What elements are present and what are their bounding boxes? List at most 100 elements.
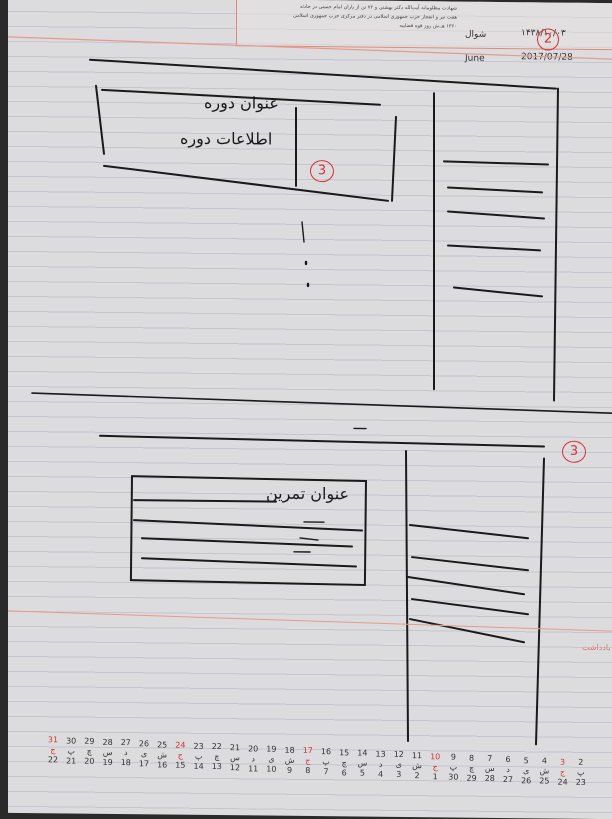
calendar-days-13: 18: [283, 746, 297, 755]
calendar-days-9: 22: [210, 742, 224, 751]
calendar-days-24: 7: [483, 754, 497, 763]
calendar-gregorian-22: 30: [446, 773, 460, 782]
calendar-days-18: 13: [374, 749, 388, 758]
calendar-gregorian-5: 17: [137, 759, 151, 768]
calendar-gregorian-24: 28: [483, 774, 497, 783]
calendar-days-8: 23: [192, 742, 206, 751]
calendar-gregorian-7: 15: [173, 761, 187, 770]
top-card-bottom: [104, 166, 388, 201]
calendar-weekdays-24: س: [483, 764, 497, 773]
calendar-gregorian-15: 7: [319, 767, 333, 776]
top-course-info-label: اطلاعات دوره: [180, 129, 272, 149]
calendar-days-19: 12: [392, 750, 406, 759]
calendar-gregorian-25: 27: [501, 775, 515, 784]
calendar-gregorian-4: 18: [119, 758, 133, 767]
calendar-gregorian-11: 11: [246, 764, 260, 773]
top-course-title-label: عنوان دوره: [204, 93, 279, 113]
calendar-days-28: 3: [556, 757, 570, 766]
calendar-days-1: 30: [64, 736, 78, 745]
bottom-sidebar-right: [536, 458, 544, 744]
calendar-weekdays-2: چ: [82, 747, 96, 756]
top-left-bracket: [96, 86, 104, 154]
calendar-gregorian-1: 21: [64, 756, 78, 765]
calendar-weekdays-26: ی: [519, 766, 533, 775]
calendar-weekdays-13: ش: [283, 756, 297, 765]
bottom-circle-number: 3: [562, 441, 586, 463]
calendar-weekdays-1: پ: [64, 746, 78, 755]
calendar-weekdays-25: د: [501, 765, 515, 774]
calendar-gregorian-13: 9: [283, 766, 297, 775]
calendar-days-15: 16: [319, 747, 333, 756]
bottom-frame-line: [100, 436, 544, 447]
calendar-gregorian-0: 22: [46, 755, 60, 764]
top-card-right: [392, 117, 396, 201]
bottom-sidebar-left: [406, 451, 408, 741]
calendar-weekdays-9: چ: [210, 752, 224, 761]
calendar-days-7: 24: [173, 741, 187, 750]
bottom-exercise-title-label: عنوان تمرین: [266, 484, 349, 504]
calendar-weekdays-19: ی: [392, 760, 406, 769]
calendar-weekdays-18: د: [374, 759, 388, 768]
calendar-weekdays-4: د: [119, 748, 133, 757]
calendar-weekdays-17: س: [355, 759, 369, 768]
calendar-days-20: 11: [410, 751, 424, 760]
calendar-weekdays-8: پ: [192, 752, 206, 761]
calendar-gregorian-8: 14: [192, 762, 206, 771]
top-sidebar-right: [554, 89, 558, 401]
calendar-weekdays-3: س: [101, 748, 115, 757]
calendar-days-25: 6: [501, 755, 515, 764]
calendar-weekdays-15: پ: [319, 757, 333, 766]
calendar-weekdays-28: ج: [556, 767, 570, 776]
calendar-gregorian-14: 8: [301, 766, 315, 775]
calendar-gregorian-29: 23: [574, 778, 588, 787]
calendar-weekdays-0: ج: [46, 745, 60, 754]
hand-drawn-sketch: [8, 0, 612, 819]
top-frame-line: [90, 60, 556, 89]
calendar-weekdays-5: ی: [137, 749, 151, 758]
calendar-days-16: 15: [337, 748, 351, 757]
calendar-gregorian-26: 26: [519, 776, 533, 785]
top-circle-number: 3: [310, 160, 334, 182]
calendar-strip: 31ج2230پ2129چ2028س1927د1826ی1725ش1624ج15…: [46, 735, 612, 781]
calendar-days-11: 20: [246, 744, 260, 753]
calendar-weekdays-16: چ: [337, 758, 351, 767]
calendar-weekdays-21: ج: [428, 762, 442, 771]
calendar-weekdays-20: ش: [410, 761, 424, 770]
calendar-weekdays-10: س: [228, 753, 242, 762]
calendar-days-4: 27: [119, 738, 133, 747]
calendar-days-2: 29: [82, 737, 96, 746]
calendar-gregorian-9: 13: [210, 762, 224, 771]
calendar-gregorian-6: 16: [155, 760, 169, 769]
calendar-gregorian-19: 3: [392, 770, 406, 779]
calendar-gregorian-28: 24: [556, 777, 570, 786]
calendar-weekdays-6: ش: [155, 750, 169, 759]
calendar-gregorian-2: 20: [82, 757, 96, 766]
calendar-days-26: 5: [519, 756, 533, 765]
calendar-gregorian-12: 10: [264, 765, 278, 774]
calendar-gregorian-18: 4: [374, 769, 388, 778]
calendar-weekdays-22: پ: [446, 763, 460, 772]
calendar-days-29: 2: [574, 758, 588, 767]
calendar-gregorian-20: 2: [410, 771, 424, 780]
calendar-days-6: 25: [155, 740, 169, 749]
calendar-weekdays-27: ش: [537, 767, 551, 776]
calendar-days-0: 31: [46, 735, 60, 744]
calendar-days-27: 4: [537, 757, 551, 766]
calendar-weekdays-12: ی: [264, 755, 278, 764]
calendar-gregorian-21: 1: [428, 772, 442, 781]
calendar-gregorian-3: 19: [101, 758, 115, 767]
calendar-gregorian-10: 12: [228, 763, 242, 772]
calendar-weekdays-29: پ: [574, 768, 588, 777]
calendar-weekdays-23: چ: [465, 763, 479, 772]
notebook-page: شوال ۱۴۳۸/۱۰/۰۳ June 2017/07/28 شهادت مظ…: [8, 0, 612, 819]
calendar-days-3: 28: [101, 738, 115, 747]
calendar-days-5: 26: [137, 739, 151, 748]
calendar-gregorian-23: 29: [465, 773, 479, 782]
calendar-days-21: 10: [428, 752, 442, 761]
calendar-gregorian-17: 5: [355, 769, 369, 778]
calendar-days-10: 21: [228, 743, 242, 752]
calendar-weekdays-7: ج: [173, 751, 187, 760]
calendar-days-12: 19: [264, 745, 278, 754]
calendar-days-14: 17: [301, 746, 315, 755]
calendar-days-23: 8: [465, 753, 479, 762]
